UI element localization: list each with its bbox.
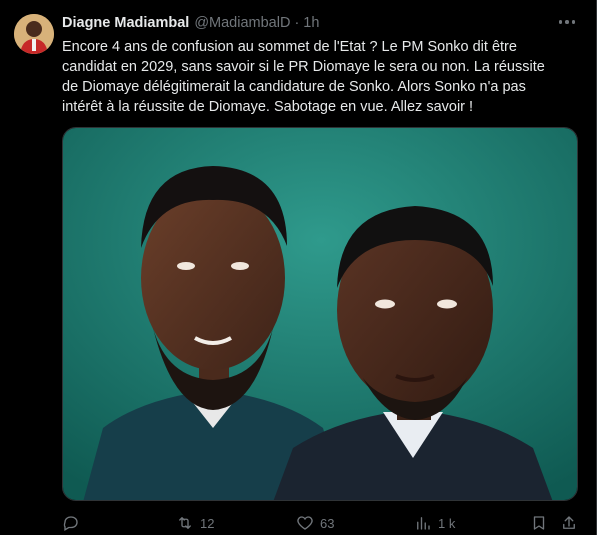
reply-icon — [62, 514, 80, 532]
author-handle[interactable]: @MadiambalD — [194, 15, 290, 31]
tweet-image[interactable] — [62, 127, 578, 501]
share-icon — [560, 514, 578, 532]
avatar[interactable] — [14, 14, 54, 54]
tweet-header: Diagne Madiambal @MadiambalD · 1h — [62, 14, 319, 32]
tweet-text: Encore 4 ans de confusion au sommet de l… — [62, 39, 545, 115]
separator-dot: · — [294, 15, 300, 31]
more-horizontal-icon[interactable] — [556, 12, 578, 32]
repost-icon — [176, 514, 194, 532]
bookmark-button[interactable] — [530, 514, 548, 532]
author-name[interactable]: Diagne Madiambal — [62, 15, 189, 31]
action-bar: 12 63 1 k — [62, 512, 584, 534]
bookmark-icon — [530, 514, 548, 532]
reply-button[interactable] — [62, 514, 86, 532]
timestamp[interactable]: 1h — [303, 15, 319, 31]
views-button[interactable]: 1 k — [414, 514, 455, 532]
tweet[interactable]: Diagne Madiambal @MadiambalD · 1h Encore… — [0, 0, 597, 535]
views-count: 1 k — [438, 515, 456, 531]
repost-button[interactable]: 12 — [176, 514, 214, 532]
views-icon — [414, 514, 432, 532]
repost-count: 12 — [200, 515, 215, 531]
heart-icon — [296, 514, 314, 532]
like-count: 63 — [320, 515, 335, 531]
like-button[interactable]: 63 — [296, 514, 334, 532]
share-button[interactable] — [560, 514, 578, 532]
